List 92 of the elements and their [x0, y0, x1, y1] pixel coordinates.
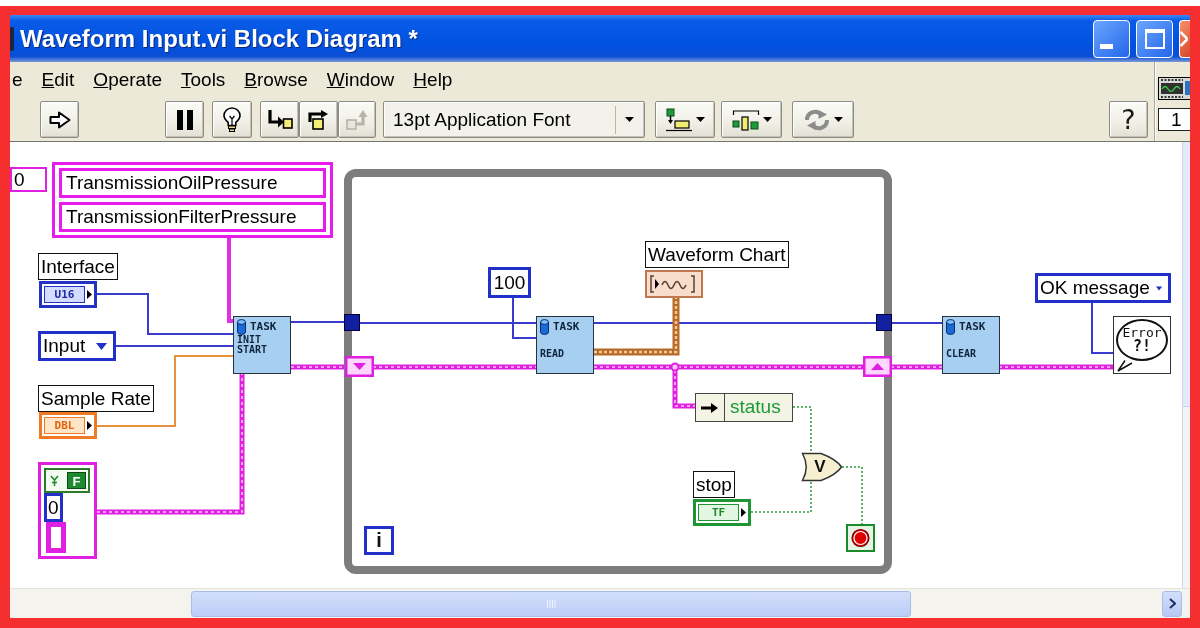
tunnel-icon: [876, 314, 892, 331]
grip-icon: [546, 599, 556, 608]
terminal-label: Sample Rate: [38, 385, 154, 412]
caret-icon: [96, 342, 107, 350]
node-title: TASK: [250, 321, 277, 333]
array-index-field[interactable]: 0: [10, 167, 47, 192]
maximize-button[interactable]: [1136, 19, 1173, 58]
highlight-button[interactable]: [212, 101, 252, 138]
array-element: TransmissionOilPressure: [59, 168, 326, 198]
ring-dropdown[interactable]: Input: [38, 331, 116, 361]
minimize-icon: [1100, 44, 1113, 49]
step-into-button[interactable]: [260, 101, 299, 138]
bent-arrow-box-icon: [266, 109, 293, 130]
distribute-button[interactable]: [721, 101, 782, 138]
numeric-constant: 100: [488, 267, 531, 298]
window-title: Waveform Input.vi Block Diagram *: [20, 24, 418, 53]
node-caption: READ: [540, 349, 566, 359]
gate-symbol: V: [814, 458, 826, 476]
wire: [290, 321, 345, 323]
cylinder-icon: [540, 319, 549, 335]
caret-icon: [762, 117, 772, 122]
window-icon: [10, 26, 14, 51]
caret-icon: [834, 117, 843, 122]
arrow-up-box-icon: [345, 109, 369, 130]
menu-item[interactable]: e: [12, 68, 23, 92]
menu-item[interactable]: Window: [326, 68, 395, 92]
close-icon: [1180, 30, 1188, 47]
menu-item[interactable]: Browse: [244, 68, 308, 92]
scroll-right-button[interactable]: [1162, 590, 1182, 617]
data-type-label: DBL: [44, 417, 85, 434]
menu-item[interactable]: Tools: [181, 68, 226, 92]
step-over-button[interactable]: [299, 101, 338, 138]
wire: [890, 322, 943, 324]
arrow-right-icon: [48, 110, 71, 129]
help-button[interactable]: ?: [1109, 101, 1148, 138]
scrollbar-thumb[interactable]: [1183, 142, 1190, 407]
terminal-label: Waveform Chart: [645, 241, 789, 268]
close-button[interactable]: [1179, 19, 1190, 58]
pause-button[interactable]: [165, 101, 204, 138]
shift-register-icon: [345, 356, 374, 377]
blocks-distribute-icon: [731, 108, 760, 131]
caret-icon: [696, 117, 705, 122]
data-type-label: TF: [698, 504, 739, 521]
tunnel-icon: [344, 314, 360, 331]
node-title: TASK: [959, 321, 986, 333]
reorder-button[interactable]: [792, 101, 854, 138]
node-caption: CLEAR: [946, 349, 978, 359]
data-type-label: U16: [44, 286, 85, 303]
boolean-constant: F: [67, 472, 86, 489]
terminal-arrow-icon: [87, 421, 92, 430]
or-gate-icon: [801, 452, 843, 482]
terminal-arrow-icon: [87, 290, 92, 299]
boolean-wire: [841, 466, 863, 525]
caret-icon: [1155, 284, 1162, 292]
terminal-arrow-icon: [741, 508, 746, 517]
field-name: status: [729, 395, 781, 419]
array-element: TransmissionFilterPressure: [59, 202, 326, 232]
waveform-monitor-icon: [1158, 77, 1190, 100]
menu-item[interactable]: Operate: [93, 68, 162, 92]
cylinder-icon: [946, 319, 955, 335]
error-wire: [290, 364, 346, 370]
node-title: TASK: [553, 321, 580, 333]
string-field: [46, 522, 66, 553]
chevron-right-icon: [1168, 598, 1176, 609]
status-icon: [50, 474, 59, 487]
maximize-icon: [1144, 28, 1165, 49]
menu-item[interactable]: Help: [413, 68, 453, 92]
wire: [1091, 302, 1114, 354]
align-button[interactable]: [655, 101, 715, 138]
terminal-label: stop: [693, 471, 735, 498]
error-wire: [890, 364, 943, 370]
pause-icon: [176, 109, 193, 130]
caret-icon: [625, 117, 634, 122]
run-button[interactable]: [40, 101, 79, 138]
lightbulb-icon: [223, 107, 241, 132]
terminal-label: Interface: [38, 253, 118, 280]
blocks-align-icon: [665, 107, 693, 132]
font-dropdown[interactable]: 13pt Application Font: [383, 101, 645, 138]
iteration-terminal: i: [364, 526, 394, 555]
speech-bubble: Error ?!: [1116, 319, 1168, 361]
shift-register-icon: [863, 356, 892, 377]
chart-terminal-icon: [645, 270, 703, 298]
stop-terminal-icon: [846, 524, 875, 552]
ring-dropdown[interactable]: OK message: [1035, 273, 1171, 303]
cylinder-icon: [237, 319, 246, 335]
pane-number: 1: [1158, 108, 1190, 131]
menu-item[interactable]: Edit: [41, 68, 75, 92]
scrollbar-thumb[interactable]: [191, 590, 911, 617]
node-caption: INIT START: [237, 335, 269, 355]
minimize-button[interactable]: [1093, 19, 1130, 58]
circular-arrows-icon: [803, 107, 831, 132]
arrow-right-icon: [701, 401, 719, 414]
